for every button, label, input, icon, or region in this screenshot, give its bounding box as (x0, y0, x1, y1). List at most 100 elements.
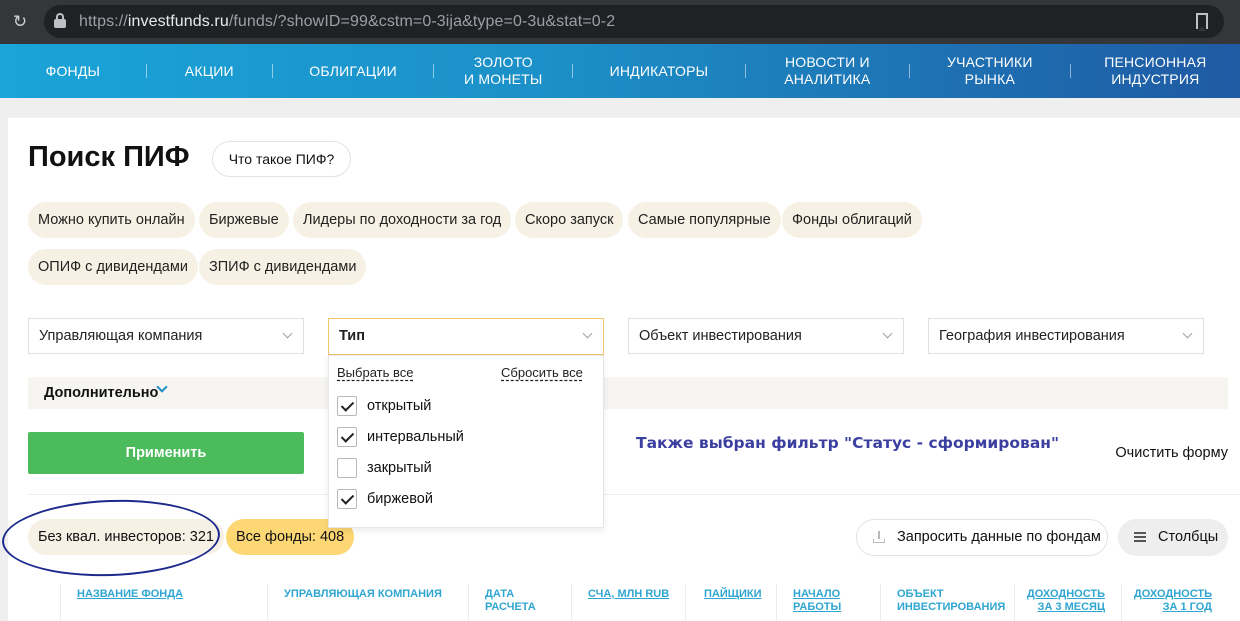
columns-button[interactable]: Столбцы (1118, 519, 1228, 556)
checkbox-checked[interactable] (337, 396, 357, 416)
download-icon (873, 531, 885, 543)
nav-item-gold[interactable]: ЗОЛОТО И МОНЕТЫ (434, 54, 572, 88)
nav-label: ПЕНСИОННАЯ (1104, 54, 1207, 70)
nav-label: АНАЛИТИКА (784, 71, 871, 87)
header-label: РАБОТЫ (793, 601, 842, 613)
column-header-start-date[interactable]: НАЧАЛО РАБОТЫ (793, 588, 841, 614)
status-filter-notice: Также выбран фильтр "Статус - сформирова… (636, 434, 1060, 452)
nav-item-pension[interactable]: ПЕНСИОННАЯ ИНДУСТРИЯ (1071, 54, 1240, 88)
search-panel: Поиск ПИФ Что такое ПИФ? Можно купить он… (0, 118, 1240, 621)
nav-item-participants[interactable]: УЧАСТНИКИ РЫНКА (910, 54, 1070, 88)
nav-label: НОВОСТИ И (784, 54, 870, 70)
nav-label: ИНДУСТРИЯ (1111, 71, 1200, 87)
bookmark-icon[interactable] (1196, 13, 1208, 31)
column-separator (685, 584, 686, 621)
annotation-circle (0, 496, 222, 580)
column-header-fund-name[interactable]: НАЗВАНИЕ ФОНДА (77, 588, 183, 601)
column-separator (880, 584, 881, 621)
header-label: ЗА 3 МЕСЯЦ (1037, 601, 1105, 613)
quick-filter-opif-dividends[interactable]: ОПИФ с дивидендами (28, 249, 198, 285)
checkbox-checked[interactable] (337, 427, 357, 447)
column-header-shareholders[interactable]: ПАЙЩИКИ (704, 588, 762, 601)
nav-item-bonds[interactable]: ОБЛИГАЦИИ (273, 63, 434, 80)
advanced-filters-toggle[interactable]: Дополнительно (28, 377, 1228, 409)
chevron-down-icon (1182, 328, 1193, 339)
main-navigation: ФОНДЫ АКЦИИ ОБЛИГАЦИИ ЗОЛОТО И МОНЕТЫ ИНД… (0, 44, 1240, 98)
what-is-pif-button[interactable]: Что такое ПИФ? (212, 141, 351, 177)
column-separator (267, 584, 268, 621)
nav-label: ОБЛИГАЦИИ (309, 62, 397, 79)
advanced-filters-label: Дополнительно (44, 385, 159, 401)
url-host: investfunds.ru (127, 13, 229, 30)
request-data-button[interactable]: Запросить данные по фондам (856, 519, 1108, 556)
quick-filter-popular[interactable]: Самые популярные (628, 202, 781, 238)
column-header-nav[interactable]: СЧА, МЛН RUB (588, 588, 669, 601)
columns-label: Столбцы (1158, 529, 1219, 545)
option-label: интервальный (367, 429, 464, 445)
reset-all-link[interactable]: Сбросить все (501, 365, 583, 380)
page-title: Поиск ПИФ (28, 141, 190, 173)
column-separator (468, 584, 469, 621)
apply-button[interactable]: Применить (28, 432, 304, 474)
select-label: Управляющая компания (39, 328, 203, 344)
column-header-company: УПРАВЛЯЮЩАЯ КОМПАНИЯ (284, 588, 442, 601)
nav-label: ЗОЛОТО (473, 54, 533, 70)
column-separator (60, 584, 61, 621)
nav-label: И МОНЕТЫ (464, 71, 543, 87)
nav-item-funds[interactable]: ФОНДЫ (0, 63, 146, 80)
header-label: ДОХОДНОСТЬ (1133, 588, 1212, 600)
column-header-return-3m[interactable]: ДОХОДНОСТЬ ЗА 3 МЕСЯЦ (1014, 588, 1105, 614)
option-label: биржевой (367, 491, 433, 507)
address-bar[interactable]: https://investfunds.ru/funds/?showID=99&… (44, 5, 1224, 38)
chevron-down-icon (882, 328, 893, 339)
chevron-down-icon (582, 328, 593, 339)
option-label: открытый (367, 398, 432, 414)
clear-form-link[interactable]: Очистить форму (1115, 445, 1228, 461)
url-scheme: https:// (79, 13, 128, 30)
quick-filter-zpif-dividends[interactable]: ЗПИФ с дивидендами (199, 249, 367, 285)
header-label: УПРАВЛЯЮЩАЯ КОМПАНИЯ (284, 588, 442, 600)
select-label: Объект инвестирования (639, 328, 802, 344)
nav-label: ИНДИКАТОРЫ (609, 62, 709, 79)
url-text[interactable]: https://investfunds.ru/funds/?showID=99&… (79, 13, 615, 31)
nav-label: ФОНДЫ (45, 62, 101, 79)
browser-toolbar: ↻ https://investfunds.ru/funds/?showID=9… (0, 0, 1240, 44)
header-label: ИНВЕСТИРОВАНИЯ (897, 601, 1006, 613)
header-label: ПАЙЩИКИ (704, 588, 762, 600)
column-header-object: ОБЪЕКТ ИНВЕСТИРОВАНИЯ (897, 588, 1005, 614)
checkbox-checked[interactable] (337, 489, 357, 509)
column-header-calc-date: ДАТА РАСЧЕТА (485, 588, 536, 614)
column-separator (571, 584, 572, 621)
object-select[interactable]: Объект инвестирования (628, 318, 904, 354)
select-all-link[interactable]: Выбрать все (337, 365, 413, 380)
option-label: закрытый (367, 460, 432, 476)
reload-icon[interactable]: ↻ (10, 12, 30, 32)
header-label: РАСЧЕТА (485, 601, 536, 613)
lock-icon[interactable] (54, 13, 66, 29)
header-label: НАЧАЛО (793, 588, 841, 600)
header-label: ДАТА (485, 588, 515, 600)
quick-filter-bond-funds[interactable]: Фонды облигаций (782, 202, 922, 238)
header-label: ЗА 1 ГОД (1162, 601, 1212, 613)
header-label: ДОХОДНОСТЬ (1026, 588, 1105, 600)
type-dropdown: Выбрать все Сбросить все открытый интерв… (328, 355, 604, 528)
nav-item-indicators[interactable]: ИНДИКАТОРЫ (573, 63, 744, 80)
list-icon (1134, 532, 1146, 542)
nav-label: АКЦИИ (184, 62, 234, 79)
header-label: ОБЪЕКТ (897, 588, 944, 600)
company-select[interactable]: Управляющая компания (28, 318, 304, 354)
quick-filter-coming-soon[interactable]: Скоро запуск (515, 202, 624, 238)
column-header-return-1y[interactable]: ДОХОДНОСТЬ ЗА 1 ГОД (1121, 588, 1212, 614)
nav-item-stocks[interactable]: АКЦИИ (147, 63, 272, 80)
quick-filter-exchange[interactable]: Биржевые (199, 202, 289, 238)
quick-filter-buy-online[interactable]: Можно купить онлайн (28, 202, 195, 238)
header-label: НАЗВАНИЕ ФОНДА (77, 588, 184, 600)
nav-label: РЫНКА (964, 71, 1016, 87)
quick-filter-leaders[interactable]: Лидеры по доходности за год (293, 202, 512, 238)
nav-item-news[interactable]: НОВОСТИ И АНАЛИТИКА (746, 54, 910, 88)
geography-select[interactable]: География инвестирования (928, 318, 1204, 354)
checkbox-unchecked[interactable] (337, 458, 357, 478)
nav-label: УЧАСТНИКИ (947, 54, 1033, 70)
url-path: /funds/?showID=99&cstm=0-3ija&type=0-3u&… (228, 13, 616, 30)
type-select[interactable]: Тип (328, 318, 604, 355)
